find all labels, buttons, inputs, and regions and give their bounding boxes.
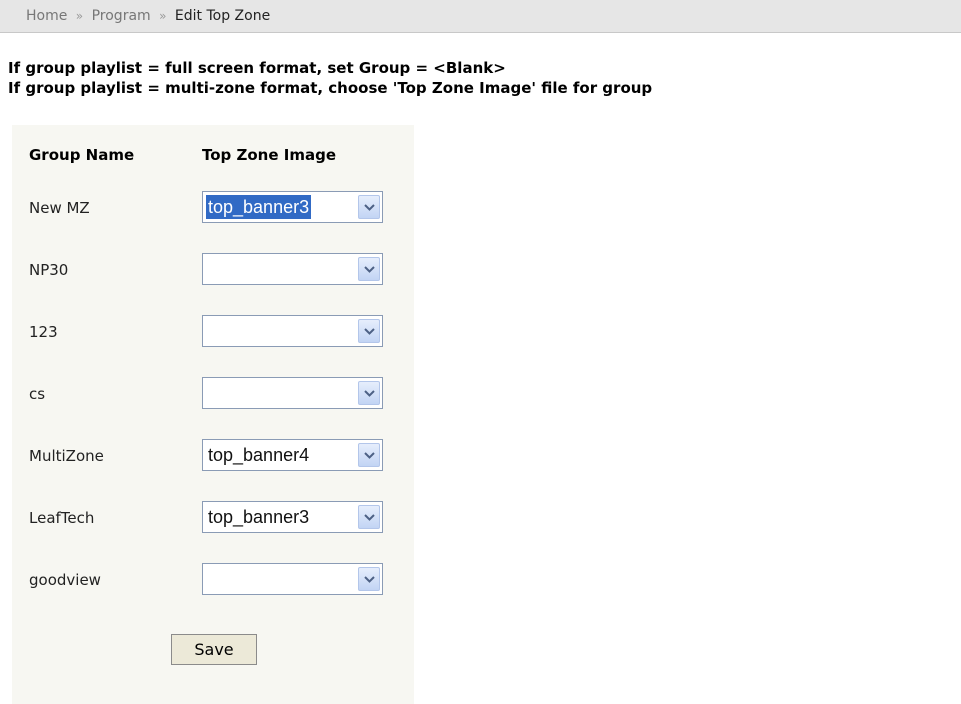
chevron-down-icon[interactable] — [358, 257, 380, 281]
top-zone-image-select[interactable]: top_banner3 — [202, 191, 383, 223]
table-row: 123 — [12, 315, 414, 351]
top-zone-image-select[interactable]: top_banner3 — [202, 501, 383, 533]
select-selected-value: top_banner4 — [208, 445, 310, 465]
breadcrumb-home-link[interactable]: Home — [26, 8, 67, 24]
table-row: MultiZone top_banner4 — [12, 439, 414, 475]
chevron-down-icon[interactable] — [358, 381, 380, 405]
group-name-cell: 123 — [29, 323, 58, 341]
breadcrumb-separator: » — [159, 9, 167, 23]
top-zone-image-select[interactable] — [202, 253, 383, 285]
chevron-down-icon[interactable] — [358, 195, 380, 219]
breadcrumb: Home » Program » Edit Top Zone — [0, 0, 961, 33]
select-selected-value — [206, 381, 210, 405]
table-row: New MZ top_banner3 — [12, 191, 414, 227]
top-zone-image-select[interactable] — [202, 315, 383, 347]
column-header-top-zone-image: Top Zone Image — [202, 146, 337, 164]
group-name-cell: goodview — [29, 571, 101, 589]
instruction-multi-zone: If group playlist = multi-zone format, c… — [8, 79, 653, 97]
chevron-down-icon[interactable] — [358, 319, 380, 343]
group-name-cell: cs — [29, 385, 46, 403]
group-name-cell: NP30 — [29, 261, 69, 279]
group-image-form: Group Name Top Zone Image New MZ top_bann… — [12, 125, 414, 704]
top-zone-image-select[interactable]: top_banner4 — [202, 439, 383, 471]
chevron-down-icon[interactable] — [358, 567, 380, 591]
breadcrumb-current: Edit Top Zone — [174, 8, 271, 24]
table-row: cs — [12, 377, 414, 413]
group-name-cell: New MZ — [29, 199, 90, 217]
select-selected-value — [206, 257, 210, 281]
instruction-full-screen: If group playlist = full screen format, … — [8, 59, 506, 77]
table-row: goodview — [12, 563, 414, 599]
group-name-cell: MultiZone — [29, 447, 104, 465]
table-row: NP30 — [12, 253, 414, 289]
top-zone-image-select[interactable] — [202, 377, 383, 409]
instructions: If group playlist = full screen format, … — [8, 58, 961, 98]
table-row: LeafTech top_banner3 — [12, 501, 414, 537]
select-selected-value: top_banner3 — [208, 507, 310, 527]
breadcrumb-separator: » — [75, 9, 84, 23]
select-selected-value — [206, 567, 210, 591]
chevron-down-icon[interactable] — [358, 505, 380, 529]
top-zone-image-select[interactable] — [202, 563, 383, 595]
column-header-group-name: Group Name — [29, 146, 135, 164]
chevron-down-icon[interactable] — [358, 443, 380, 467]
select-selected-value: top_banner3 — [206, 195, 312, 219]
group-name-cell: LeafTech — [29, 509, 95, 527]
select-selected-value — [206, 319, 210, 343]
save-button[interactable]: Save — [171, 634, 257, 665]
breadcrumb-program-link[interactable]: Program — [92, 8, 151, 24]
